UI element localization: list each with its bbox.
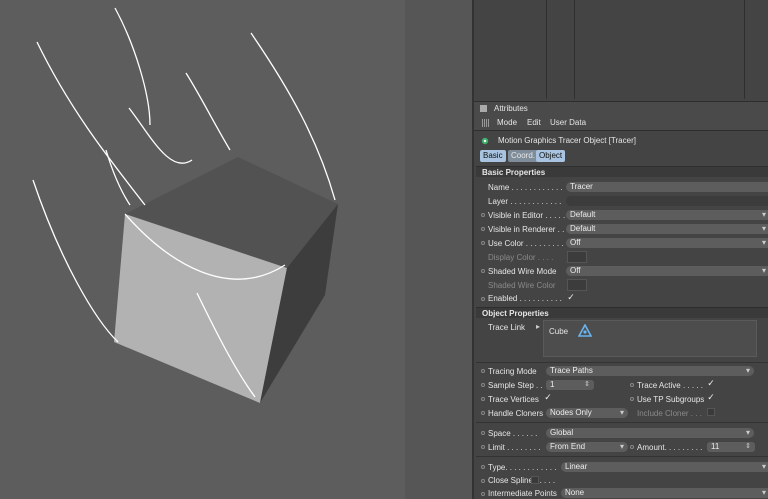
close-spline-label: Close Spline . . . . .: [488, 476, 556, 485]
viewport-scene: [32, 0, 472, 499]
limit-label: Limit . . . . . . . .: [488, 443, 541, 452]
shaded-wire-mode-label: Shaded Wire Mode: [488, 267, 557, 276]
right-panel: Attributes Mode Edit User Data Motion Gr…: [472, 0, 768, 499]
trace-vertices-checkbox[interactable]: ✓: [544, 393, 552, 402]
include-cloner-checkbox[interactable]: [707, 408, 715, 416]
trace-active-label: Trace Active . . . . .: [637, 381, 703, 390]
anim-dot[interactable]: [630, 445, 634, 449]
anim-dot[interactable]: [481, 445, 485, 449]
use-color-select[interactable]: Off: [566, 238, 768, 248]
trace-path-7: [32, 179, 119, 343]
anim-dot[interactable]: [630, 397, 634, 401]
viewport-right-strip: [405, 0, 472, 499]
space-label: Space . . . . . .: [488, 429, 538, 438]
3d-viewport[interactable]: [0, 0, 472, 499]
type-select[interactable]: Linear: [561, 462, 768, 472]
object-title: Motion Graphics Tracer Object [Tracer]: [498, 136, 636, 145]
tab-object[interactable]: Object: [536, 150, 566, 162]
anim-dot[interactable]: [481, 465, 485, 469]
anim-dot[interactable]: [481, 241, 485, 245]
anim-dot[interactable]: [630, 383, 634, 387]
trace-link-arrow-icon[interactable]: ▸: [536, 322, 540, 331]
trace-path-4: [128, 107, 193, 164]
tab-coord[interactable]: Coord.: [508, 150, 539, 162]
trace-path-2: [185, 72, 231, 151]
use-color-label: Use Color . . . . . . . . .: [488, 239, 564, 248]
limit-select[interactable]: From End: [546, 442, 628, 452]
grip-icon[interactable]: [482, 119, 490, 127]
basic-properties-header: Basic Properties: [476, 166, 768, 177]
intermediate-points-label: Intermediate Points: [488, 489, 557, 498]
space-select[interactable]: Global: [546, 428, 754, 438]
menu-edit[interactable]: Edit: [527, 118, 541, 127]
object-title-row: Motion Graphics Tracer Object [Tracer]: [474, 131, 768, 148]
display-color-label: Display Color . . . .: [488, 253, 554, 262]
anim-dot[interactable]: [481, 492, 485, 496]
anim-dot[interactable]: [481, 411, 485, 415]
trace-link-box[interactable]: Cube: [543, 320, 757, 357]
attributes-menubar: Mode Edit User Data: [474, 115, 768, 131]
tracer-object-icon: [481, 137, 489, 145]
anim-dot[interactable]: [481, 397, 485, 401]
enabled-label: Enabled . . . . . . . . . .: [488, 294, 562, 303]
use-tp-subgroups-label: Use TP Subgroups: [637, 395, 705, 404]
type-label: Type. . . . . . . . . . . .: [488, 463, 557, 472]
anim-dot[interactable]: [481, 479, 485, 483]
visible-editor-label: Visible in Editor . . . . .: [488, 211, 566, 220]
trace-link-label: Trace Link: [488, 323, 526, 332]
menu-mode[interactable]: Mode: [497, 118, 517, 127]
sample-step-field[interactable]: 1: [546, 380, 594, 390]
shaded-wire-color-swatch[interactable]: [567, 279, 587, 291]
amount-label: Amount. . . . . . . . .: [637, 443, 703, 452]
tracing-mode-select[interactable]: Trace Paths: [546, 366, 754, 376]
menu-user-data[interactable]: User Data: [550, 118, 586, 127]
layer-label: Layer . . . . . . . . . . . .: [488, 197, 562, 206]
trace-vertices-label: Trace Vertices: [488, 395, 539, 404]
shaded-wire-color-label: Shaded Wire Color: [488, 281, 556, 290]
amount-field[interactable]: 11: [707, 442, 755, 452]
attributes-title: Attributes: [494, 104, 528, 113]
tracing-mode-label: Tracing Mode: [488, 367, 537, 376]
anim-dot[interactable]: [481, 431, 485, 435]
sample-step-label: Sample Step . .: [488, 381, 543, 390]
attributes-header: Attributes: [474, 101, 768, 115]
visible-renderer-select[interactable]: Default: [566, 224, 768, 234]
close-spline-checkbox[interactable]: [531, 476, 539, 484]
shaded-wire-mode-select[interactable]: Off: [566, 266, 768, 276]
handle-cloners-select[interactable]: Nodes Only: [546, 408, 628, 418]
trace-link-item[interactable]: Cube: [549, 327, 568, 336]
intermediate-points-select[interactable]: None: [561, 488, 768, 498]
anim-dot[interactable]: [481, 383, 485, 387]
enabled-checkbox[interactable]: ✓: [567, 293, 575, 302]
visible-renderer-label: Visible in Renderer . .: [488, 225, 565, 234]
anim-dot[interactable]: [481, 227, 485, 231]
anim-dot[interactable]: [481, 213, 485, 217]
name-field[interactable]: Tracer: [566, 182, 768, 192]
object-manager-area: [474, 0, 768, 99]
tab-basic[interactable]: Basic: [480, 150, 506, 162]
panel-icon: [480, 105, 487, 112]
anim-dot[interactable]: [481, 369, 485, 373]
anim-dot[interactable]: [481, 269, 485, 273]
trace-path-5: [36, 41, 146, 206]
include-cloner-label: Include Cloner . . .: [637, 409, 702, 418]
name-label: Name . . . . . . . . . . . .: [488, 183, 563, 192]
trace-path-1: [114, 7, 151, 126]
trace-active-checkbox[interactable]: ✓: [707, 379, 715, 388]
visible-editor-select[interactable]: Default: [566, 210, 768, 220]
cube-object-icon: [578, 324, 592, 337]
handle-cloners-label: Handle Cloners: [488, 409, 544, 418]
layer-field[interactable]: [566, 196, 768, 206]
display-color-swatch[interactable]: [567, 251, 587, 263]
anim-dot[interactable]: [481, 297, 485, 301]
use-tp-subgroups-checkbox[interactable]: ✓: [707, 393, 715, 402]
object-properties-header: Object Properties: [476, 307, 768, 318]
